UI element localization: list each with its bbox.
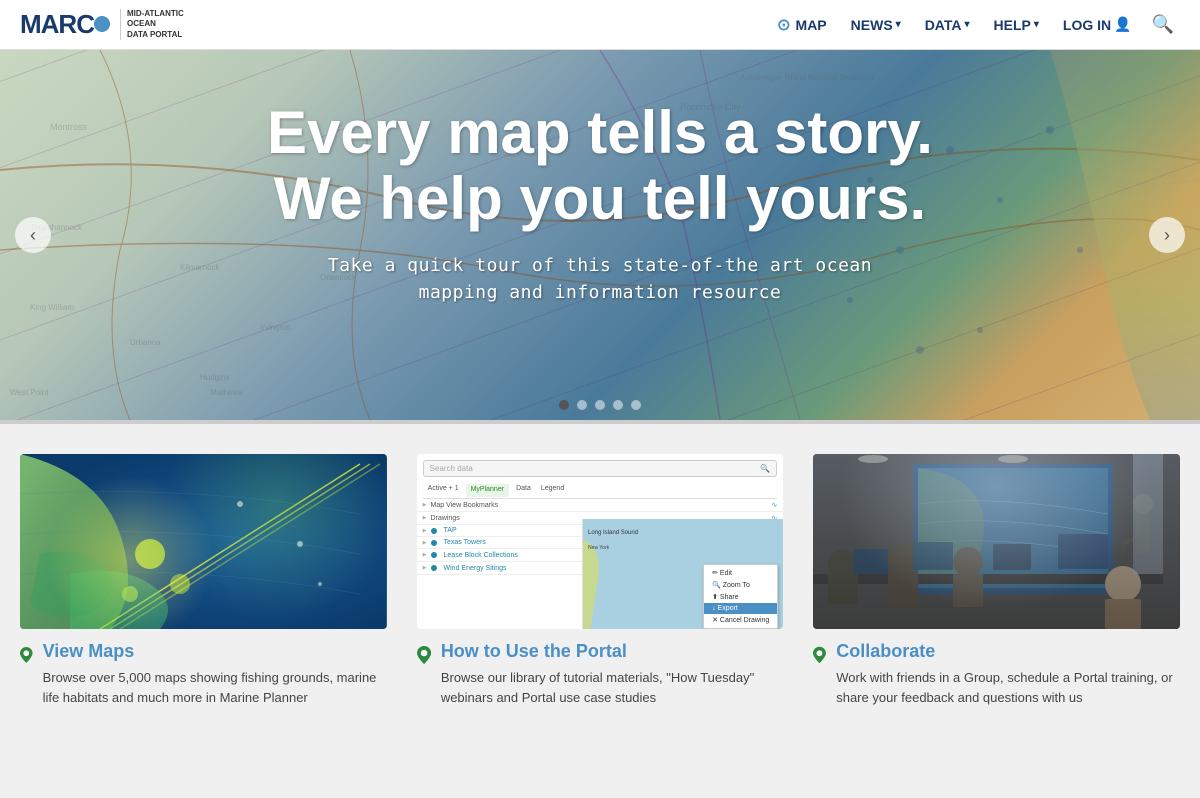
logo-subtitle: Mid-Atlantic OceanData Portal — [120, 9, 200, 40]
feature-desc-maps: Browse over 5,000 maps showing fishing g… — [43, 668, 387, 707]
svg-text:Hudgins: Hudgins — [200, 373, 229, 382]
dot-2[interactable] — [577, 400, 587, 410]
svg-text:New York: New York — [588, 545, 610, 551]
svg-text:Long Island Sound: Long Island Sound — [588, 530, 638, 536]
ui-mini-map: Long Island Sound New York ✏ Edit 🔍 Zoom… — [582, 519, 784, 629]
carousel-dots — [559, 400, 641, 410]
feature-image-collaborate — [813, 454, 1180, 629]
nav-help-label: HELP — [994, 17, 1031, 33]
features-section: View Maps Browse over 5,000 maps showing… — [0, 424, 1200, 737]
feature-desc-portal: Browse our library of tutorial materials… — [441, 668, 784, 707]
map-pin-collaborate — [813, 641, 826, 669]
ui-tab-myplanner: MyPlanner — [466, 484, 509, 497]
feature-title-portal: How to Use the Portal — [441, 641, 784, 662]
nav-help[interactable]: HELP ▾ — [984, 11, 1049, 39]
hero-text-block: Every map tells a story. We help you tel… — [150, 100, 1050, 306]
feature-info-collaborate: Collaborate Work with friends in a Group… — [813, 641, 1180, 707]
nav-map-label: MAP — [796, 17, 827, 33]
context-cancel: ✕ Cancel Drawing — [704, 614, 777, 626]
feature-title-collaborate: Collaborate — [836, 641, 1180, 662]
ui-tab-active: Active + 1 — [423, 483, 464, 498]
dot-3[interactable] — [595, 400, 605, 410]
ui-context-menu: ✏ Edit 🔍 Zoom To ⬆ Share ↓ Export ✕ Canc… — [703, 564, 778, 629]
logo-circle-icon — [94, 16, 110, 32]
context-share: ⬆ Share — [704, 591, 777, 603]
map-image-1 — [20, 454, 387, 629]
svg-text:Urbanna: Urbanna — [130, 338, 161, 347]
hero-carousel: Montross Pocomoke City Assateague Island… — [0, 50, 1200, 420]
svg-text:King William: King William — [30, 303, 74, 312]
svg-text:Mathews: Mathews — [210, 388, 242, 397]
ui-search-icon: 🔍 — [760, 464, 770, 473]
context-edit: ✏ Edit — [704, 567, 777, 579]
user-icon: 👤 — [1114, 16, 1131, 33]
feature-card-maps: View Maps Browse over 5,000 maps showing… — [20, 454, 387, 707]
news-dropdown-arrow: ▾ — [896, 19, 901, 30]
logo-text: MARC — [20, 9, 94, 40]
dot-1[interactable] — [559, 400, 569, 410]
svg-text:Montross: Montross — [50, 122, 88, 132]
data-dropdown-arrow: ▾ — [965, 19, 970, 30]
feature-title-maps: View Maps — [43, 641, 387, 662]
ui-search-bar: Search data 🔍 — [423, 460, 778, 477]
context-zoom: 🔍 Zoom To — [704, 579, 777, 591]
ui-search-text: Search data — [430, 464, 473, 473]
hero-subtext: Take a quick tour of this state-of-the a… — [150, 252, 1050, 306]
ui-tabs: Active + 1 MyPlanner Data Legend — [423, 483, 778, 499]
photo-image — [813, 454, 1180, 629]
features-grid: View Maps Browse over 5,000 maps showing… — [20, 454, 1180, 707]
ui-list-area: Map View Bookmarks ∿ Drawings ∿ TAP Texa… — [417, 499, 784, 629]
nav-login-label: LOG IN — [1063, 17, 1111, 33]
feature-desc-collaborate: Work with friends in a Group, schedule a… — [836, 668, 1180, 707]
logo: MARC Mid-Atlantic OceanData Portal — [20, 9, 200, 40]
feature-info-maps: View Maps Browse over 5,000 maps showing… — [20, 641, 387, 707]
hero-headline-line1: Every map tells a story. We help you tel… — [150, 100, 1050, 232]
dot-4[interactable] — [613, 400, 623, 410]
carousel-prev-button[interactable]: ‹ — [15, 217, 51, 253]
ui-tab-data: Data — [511, 483, 536, 498]
nav-data-label: DATA — [925, 17, 962, 33]
map-nav-icon: ⊙ — [777, 15, 790, 35]
main-nav: ⊙ MAP NEWS ▾ DATA ▾ HELP ▾ LOG IN 👤 🔍 — [767, 8, 1180, 41]
nav-data[interactable]: DATA ▾ — [915, 11, 980, 39]
ui-tab-legend: Legend — [536, 483, 569, 498]
ui-list-item-1: Map View Bookmarks ∿ — [417, 499, 784, 512]
nav-news-label: NEWS — [851, 17, 893, 33]
context-export: ↓ Export — [704, 603, 777, 614]
help-dropdown-arrow: ▾ — [1034, 19, 1039, 30]
photo-overlay — [813, 454, 1180, 629]
map-pin-maps — [20, 641, 33, 669]
search-button[interactable]: 🔍 — [1146, 8, 1180, 41]
feature-info-portal: How to Use the Portal Browse our library… — [417, 641, 784, 707]
site-header: MARC Mid-Atlantic OceanData Portal ⊙ MAP… — [0, 0, 1200, 50]
carousel-next-button[interactable]: › — [1149, 217, 1185, 253]
nav-login[interactable]: LOG IN 👤 — [1053, 10, 1142, 39]
feature-card-portal: Search data 🔍 Active + 1 MyPlanner Data … — [417, 454, 784, 707]
svg-text:Assateague Island National Sea: Assateague Island National Seashore — [740, 73, 874, 82]
map-pin-portal — [417, 641, 431, 669]
feature-card-collaborate: Collaborate Work with friends in a Group… — [813, 454, 1180, 707]
nav-news[interactable]: NEWS ▾ — [841, 11, 911, 39]
svg-text:West Point: West Point — [10, 388, 49, 397]
nav-map[interactable]: ⊙ MAP — [767, 9, 837, 41]
feature-image-maps — [20, 454, 387, 629]
ui-screenshot: Search data 🔍 Active + 1 MyPlanner Data … — [417, 454, 784, 629]
feature-image-portal: Search data 🔍 Active + 1 MyPlanner Data … — [417, 454, 784, 629]
svg-text:Irvington: Irvington — [260, 323, 291, 332]
dot-5[interactable] — [631, 400, 641, 410]
